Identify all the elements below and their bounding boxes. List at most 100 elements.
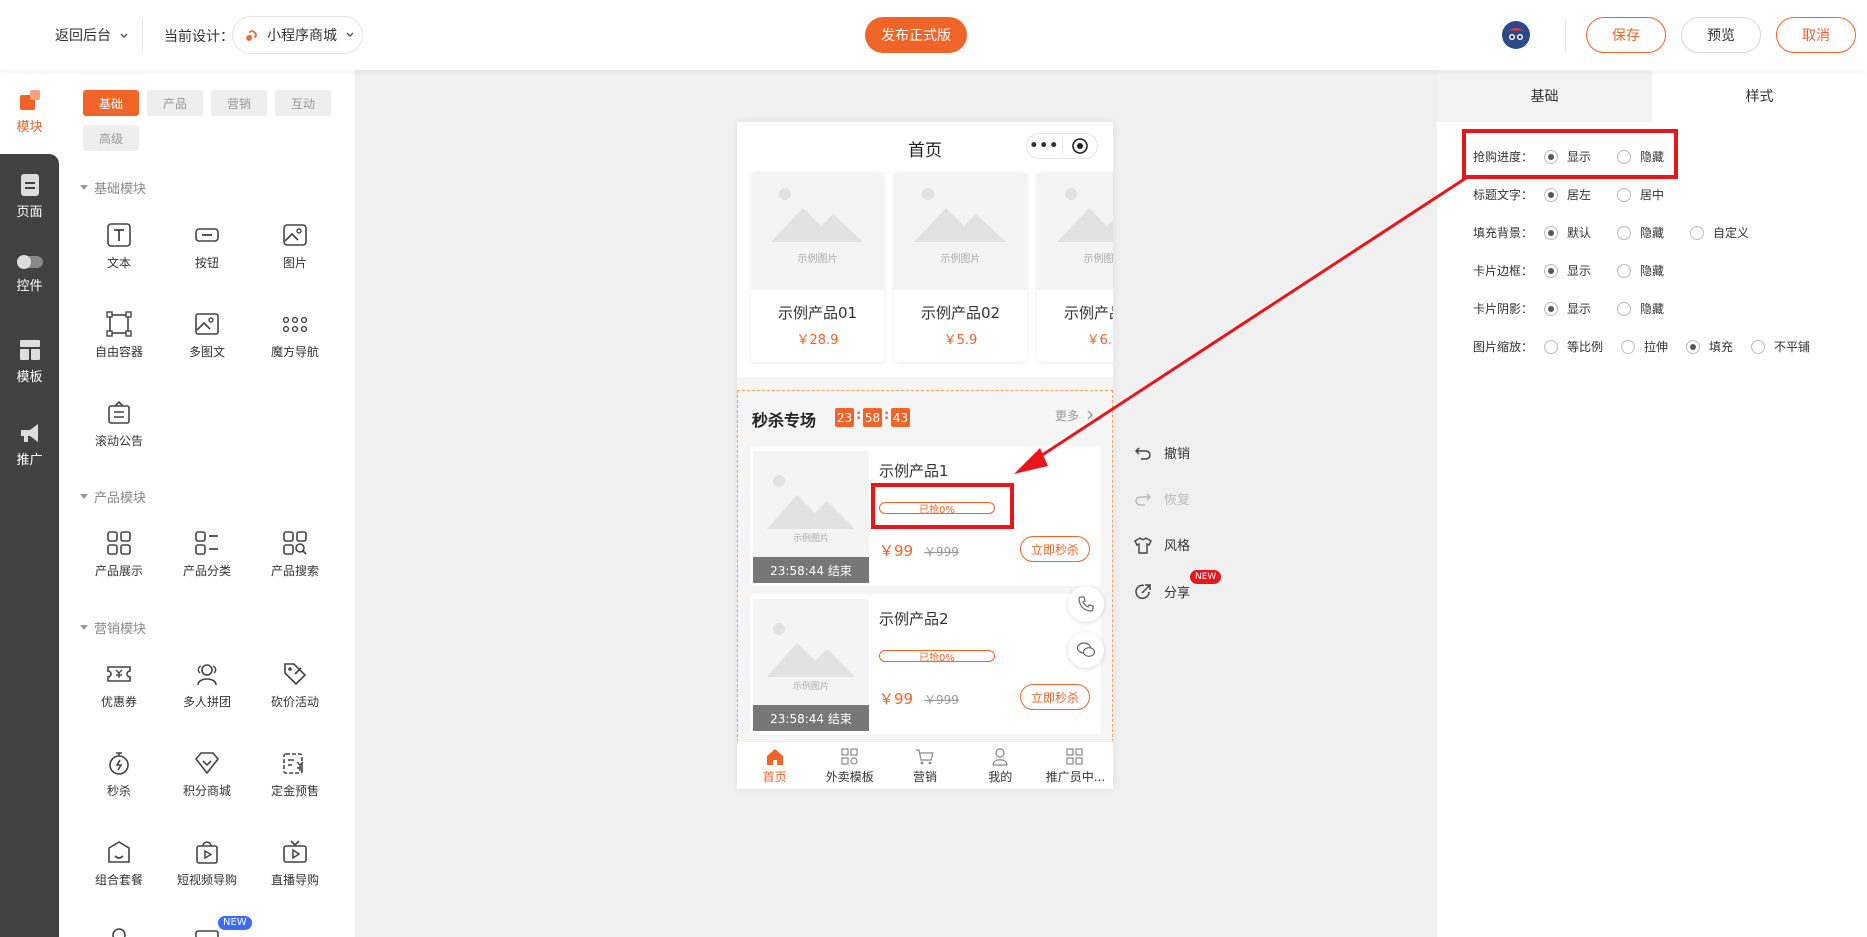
tab-marketing[interactable]: 营销 (211, 90, 267, 116)
option-hide[interactable]: 隐藏 (1617, 262, 1664, 279)
tab-basic-settings[interactable]: 基础 (1437, 70, 1652, 122)
option-no-tile[interactable]: 不平铺 (1751, 338, 1810, 355)
radio[interactable] (1690, 225, 1705, 240)
module-more-1[interactable] (79, 925, 159, 937)
share-label: 分享 (1164, 586, 1191, 601)
option-show[interactable]: 显示 (1544, 300, 1591, 317)
seckill-card[interactable]: 示例图片 23:58:44 结束 示例产品1 已抢0% ￥99 ￥999 立即秒… (750, 446, 1101, 586)
tab-interaction[interactable]: 互动 (275, 90, 331, 116)
wechat-button[interactable] (1068, 632, 1104, 668)
option-hide[interactable]: 隐藏 (1617, 300, 1664, 317)
radio[interactable] (1617, 263, 1632, 278)
module-seckill[interactable]: 秒杀 (79, 750, 159, 799)
phone-call-button[interactable] (1068, 586, 1104, 622)
product-card[interactable]: 示例图片 示例产品02 ￥5.9 (894, 172, 1027, 362)
option-label: 不平铺 (1774, 340, 1811, 354)
product-price: ￥5.9 (943, 333, 978, 348)
option-center[interactable]: 居中 (1617, 186, 1664, 203)
module-live-stream[interactable]: 直播导购 (255, 839, 335, 888)
seckill-card[interactable]: 示例图片 23:58:44 结束 示例产品2 已抢0% ￥99 ￥999 立即秒… (750, 594, 1101, 734)
nav-item-controls[interactable]: 控件 (0, 253, 59, 294)
radio[interactable] (1617, 225, 1632, 240)
undo-button[interactable]: 撤销 (1134, 443, 1190, 462)
module-product-search[interactable]: 产品搜索 (255, 530, 335, 579)
seckill-more-link[interactable]: 更多 (1055, 407, 1094, 424)
avatar[interactable] (1500, 19, 1532, 51)
seckill-section[interactable]: 秒杀专场 23 : 58 : 43 更多 示例图片 23:58:44 结束 示例… (737, 390, 1113, 742)
radio[interactable] (1544, 149, 1558, 164)
module-free-container[interactable]: 自由容器 (79, 311, 159, 360)
cancel-button[interactable]: 取消 (1776, 17, 1856, 53)
tabbar-promoter-center[interactable]: 推广员中... (1038, 742, 1113, 789)
radio[interactable] (1751, 339, 1766, 354)
product-card[interactable]: 示例图片 示例产品01 ￥28.9 (751, 172, 884, 362)
section-basic-header[interactable]: 基础模块 (80, 178, 146, 197)
option-hide[interactable]: 隐藏 (1617, 148, 1664, 165)
option-default[interactable]: 默认 (1544, 224, 1591, 241)
option-show[interactable]: 显示 (1544, 148, 1591, 165)
module-deposit-presale[interactable]: 定金预售 (255, 750, 335, 799)
radio[interactable] (1621, 339, 1636, 354)
style-button[interactable]: 风格 (1134, 535, 1190, 554)
tab-advanced[interactable]: 高级 (83, 125, 139, 151)
radio[interactable] (1617, 149, 1632, 164)
option-stretch[interactable]: 拉伸 (1621, 338, 1668, 355)
nav-item-modules[interactable]: 模块 (0, 88, 59, 135)
module-combo-package[interactable]: 组合套餐 (79, 839, 159, 888)
module-scroll-notice[interactable]: 滚动公告 (79, 400, 159, 449)
radio[interactable] (1544, 187, 1558, 202)
tab-basic[interactable]: 基础 (83, 90, 139, 116)
seckill-buy-button[interactable]: 立即秒杀 (1020, 536, 1090, 562)
mini-program-capsule[interactable]: ••• (1026, 133, 1098, 159)
module-product-category[interactable]: 产品分类 (167, 530, 247, 579)
back-to-admin-button[interactable]: 返回后台 (55, 25, 129, 45)
radio[interactable] (1686, 339, 1701, 354)
seckill-buy-button[interactable]: 立即秒杀 (1020, 684, 1090, 710)
module-text[interactable]: 文本 (79, 222, 159, 271)
module-label: 砍价活动 (270, 695, 319, 709)
record-icon[interactable] (1071, 137, 1089, 155)
radio[interactable] (1617, 187, 1632, 202)
publish-button[interactable]: 发布正式版 (865, 17, 967, 53)
section-marketing-header[interactable]: 营销模块 (80, 618, 146, 637)
tab-style-settings[interactable]: 样式 (1652, 70, 1867, 122)
module-magic-nav[interactable]: 魔方导航 (255, 311, 335, 360)
tabbar-takeout-template[interactable]: 外卖模板 (812, 742, 887, 789)
module-product-display[interactable]: 产品展示 (79, 530, 159, 579)
radio[interactable] (1544, 339, 1558, 354)
module-points-mall[interactable]: 积分商城 (167, 750, 247, 799)
option-hide[interactable]: 隐藏 (1617, 224, 1664, 241)
save-button[interactable]: 保存 (1586, 17, 1666, 53)
radio[interactable] (1544, 263, 1558, 278)
module-group-buy[interactable]: 多人拼团 (167, 661, 247, 710)
option-fill[interactable]: 填充 (1686, 338, 1733, 355)
share-button[interactable]: 分享 (1134, 582, 1190, 601)
option-show[interactable]: 显示 (1544, 262, 1591, 279)
nav-item-pages[interactable]: 页面 (0, 173, 59, 220)
option-proportional[interactable]: 等比例 (1544, 338, 1603, 355)
preview-button[interactable]: 预览 (1681, 17, 1761, 53)
module-multi-image-text[interactable]: 多图文 (167, 311, 247, 360)
radio[interactable] (1544, 225, 1558, 240)
tabbar-marketing[interactable]: 营销 (887, 742, 962, 789)
design-select[interactable]: 小程序商城 (232, 16, 363, 54)
tab-product[interactable]: 产品 (147, 90, 203, 116)
nav-item-promote[interactable]: 推广 (0, 421, 59, 468)
radio[interactable] (1544, 301, 1558, 316)
option-left[interactable]: 居左 (1544, 186, 1591, 203)
redo-button[interactable]: 恢复 (1134, 489, 1190, 508)
more-dots-icon[interactable]: ••• (1027, 138, 1062, 154)
product-card[interactable]: 示例图片 示例产品03 ￥6.9 (1037, 172, 1113, 362)
module-image[interactable]: 图片 (255, 222, 335, 271)
tabbar-mine[interactable]: 我的 (963, 742, 1038, 789)
module-bargain[interactable]: 砍价活动 (255, 661, 335, 710)
section-product-header[interactable]: 产品模块 (80, 487, 146, 506)
option-custom[interactable]: 自定义 (1690, 224, 1749, 241)
radio[interactable] (1617, 301, 1632, 316)
module-coupon[interactable]: 优惠券 (79, 661, 159, 710)
module-short-video[interactable]: 短视频导购 (167, 839, 247, 888)
tabbar-home[interactable]: 首页 (737, 742, 812, 789)
module-button[interactable]: 按钮 (167, 222, 247, 271)
chevron-down-icon (346, 32, 354, 37)
nav-item-templates[interactable]: 模板 (0, 338, 59, 385)
